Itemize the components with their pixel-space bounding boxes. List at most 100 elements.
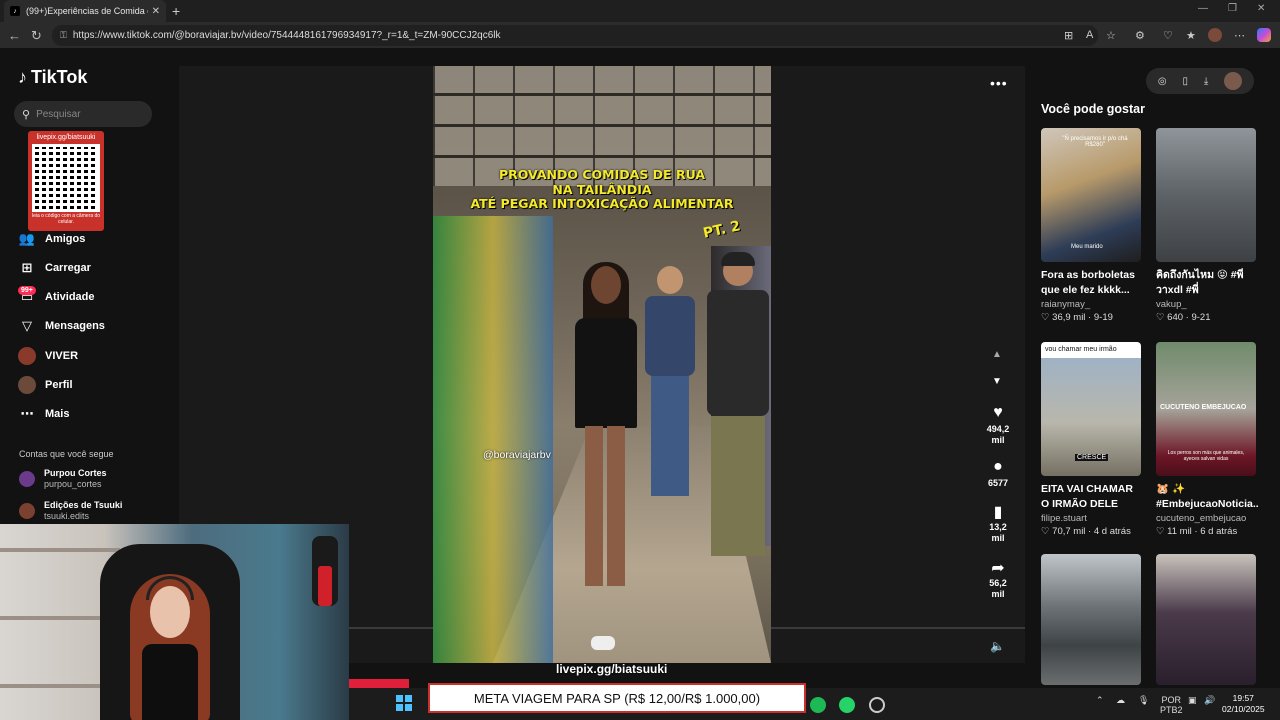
sidebar-item-label: Atividade	[45, 291, 95, 303]
like-button[interactable]: ♥ 494,2 mil	[982, 404, 1014, 446]
rec-card[interactable]: CUCUTENO EMBEJUCAO Los perros son más qu…	[1156, 342, 1258, 537]
volume-tray-icon[interactable]: 🔊	[1204, 695, 1215, 706]
rec-card[interactable]	[1156, 554, 1258, 685]
close-window-icon[interactable]: ✕	[1257, 3, 1265, 14]
copilot-icon[interactable]	[1257, 28, 1271, 42]
sidebar-item-carregar[interactable]: ⊞ Carregar	[18, 260, 91, 276]
rec-user: filipe.stuart	[1041, 513, 1087, 524]
more-options-icon[interactable]: •••	[990, 75, 1008, 91]
share-icon: ➦	[991, 560, 1005, 577]
site-info-icon[interactable]: ⚿	[60, 30, 67, 41]
friends-icon: 👥	[18, 231, 36, 246]
maximize-icon[interactable]: ❐	[1228, 3, 1237, 14]
next-video-icon[interactable]: ▼	[992, 376, 1002, 387]
close-tab-icon[interactable]: ✕	[152, 6, 160, 17]
rec-user: vakup_	[1156, 299, 1187, 310]
back-icon[interactable]: ←	[8, 28, 21, 43]
rec-likes: 640	[1167, 312, 1184, 323]
following-account[interactable]: Purpou Cortes purpou_cortes	[19, 468, 107, 490]
sidebar-item-mensagens[interactable]: ▽ Mensagens	[18, 318, 105, 334]
rec-meta: ♡ 11 mil · 6 d atrás	[1156, 526, 1238, 537]
search-icon: ⚲	[22, 108, 31, 121]
rec-card[interactable]: คิดถึงกันไหม 😝 #พี่วาxdl #พี่วาgoatlady.…	[1156, 128, 1258, 323]
sidebar-item-label: Carregar	[45, 262, 91, 274]
mic-icon[interactable]: 🎙	[1138, 695, 1149, 706]
messages-icon: ▽	[22, 318, 32, 333]
extensions-icon[interactable]: ⚙	[1135, 29, 1145, 42]
taskbar-clock[interactable]: 19:57 02/10/2025	[1222, 693, 1265, 715]
rec-meta: ♡ 70,7 mil · 4 d atrás	[1041, 526, 1131, 537]
logo-text: TikTok	[31, 67, 88, 87]
rec-card[interactable]: vou chamar meu irmão CRESCE EITA VAI CHA…	[1041, 342, 1143, 537]
user-avatar[interactable]	[1224, 72, 1243, 90]
sidebar-item-amigos[interactable]: 👥 Amigos	[18, 231, 85, 247]
recommendations-header: Você pode gostar	[1041, 102, 1145, 116]
sidebar-item-viver[interactable]: VIVER	[18, 347, 78, 365]
search-placeholder: Pesquisar	[36, 108, 81, 120]
save-button[interactable]: ▮ 13,2 mil	[982, 502, 1014, 544]
windows-start-icon[interactable]	[396, 695, 412, 711]
sidebar-item-atividade[interactable]: ▭ Atividade	[18, 289, 95, 305]
previous-video-icon[interactable]: ▲	[992, 349, 1002, 360]
sidebar-item-label: VIVER	[45, 350, 79, 362]
translate-icon[interactable]: A	[1086, 29, 1093, 41]
volume-icon[interactable]: 🔈	[990, 639, 1005, 653]
whatsapp-icon[interactable]	[839, 697, 855, 713]
sidebar-item-mais[interactable]: ⋯ Mais	[18, 406, 70, 422]
rec-thumbnail	[1156, 554, 1256, 685]
sidebar-item-perfil[interactable]: Perfil	[18, 376, 73, 394]
caption-line: PROVANDO COMIDAS DE RUA	[498, 167, 706, 182]
rec-likes: 11 mil	[1167, 526, 1192, 537]
download-icon[interactable]: ⤓	[1204, 76, 1208, 87]
sidebar-item-label: Perfil	[45, 379, 73, 391]
sidebar-item-label: Amigos	[45, 233, 86, 245]
url-bar[interactable]: ⚿ https://www.tiktok.com/@boraviajar.bv/…	[52, 25, 1098, 46]
video-person-man	[701, 252, 771, 556]
browser-essentials-icon[interactable]: ♡	[1163, 29, 1173, 42]
tiktok-logo[interactable]: ♪ TikTok	[18, 67, 87, 88]
avatar	[19, 471, 35, 487]
tab-title: (99+)Experiências de Comida de	[26, 6, 148, 16]
device-icon[interactable]: ▯	[1182, 76, 1188, 87]
spotify-icon[interactable]	[810, 697, 826, 713]
apps-icon[interactable]: ⊞	[1064, 29, 1073, 42]
menu-dots-icon[interactable]: ⋯	[1234, 29, 1245, 42]
search-input[interactable]: ⚲ Pesquisar	[14, 101, 152, 127]
rec-thumbnail: "Ñ precisamos ir p/o chá R$280" Meu mari…	[1041, 128, 1141, 262]
favorites-icon[interactable]: ★	[1186, 29, 1196, 42]
qr-code-image	[32, 144, 100, 212]
favorite-star-icon[interactable]: ☆	[1106, 29, 1116, 42]
tray-expand-icon[interactable]: ⌃	[1096, 695, 1104, 706]
rec-toolbar: ◎ ▯ ⤓	[1146, 68, 1254, 94]
rec-card[interactable]: "Ñ precisamos ir p/o chá R$280" Meu mari…	[1041, 128, 1143, 323]
rec-thumbnail: CUCUTENO EMBEJUCAO Los perros son más qu…	[1156, 342, 1256, 476]
obs-icon[interactable]	[869, 697, 885, 713]
thumb-caption: Meu marido	[1071, 244, 1103, 250]
account-handle: purpou_cortes	[44, 479, 102, 489]
language-indicator[interactable]: POR PTB2	[1160, 695, 1183, 715]
onedrive-icon[interactable]: ☁	[1116, 695, 1125, 706]
account-name: Edições de Tsuuki	[44, 500, 123, 510]
thumb-overlay-text: CRESCE	[1075, 454, 1109, 461]
video-frame[interactable]: PROVANDO COMIDAS DE RUA NA TAILÂNDIA ATÉ…	[433, 66, 771, 663]
profile-avatar-icon[interactable]	[1208, 28, 1222, 42]
avatar	[19, 503, 35, 519]
minimize-icon[interactable]: —	[1198, 3, 1208, 14]
rec-thumbnail	[1041, 554, 1141, 685]
rec-card[interactable]	[1041, 554, 1143, 685]
video-caption: PROVANDO COMIDAS DE RUA NA TAILÂNDIA ATÉ…	[433, 167, 771, 212]
following-account[interactable]: Edições de Tsuuki tsuuki.edits	[19, 500, 122, 522]
compass-icon[interactable]: ◎	[1158, 76, 1167, 87]
bookmark-icon: ▮	[993, 504, 1003, 521]
new-tab-icon[interactable]: +	[172, 3, 180, 19]
like-count: 494,2 mil	[986, 424, 1010, 445]
reload-icon[interactable]: ↻	[31, 28, 42, 44]
browser-tab[interactable]: ♪ (99+)Experiências de Comida de ✕	[4, 0, 166, 22]
rec-date: 9-21	[1191, 312, 1211, 323]
thumb-caption: CUCUTENO EMBEJUCAO	[1160, 404, 1247, 411]
lang-code: POR	[1161, 695, 1182, 705]
share-button[interactable]: ➦ 56,2 mil	[982, 558, 1014, 600]
network-icon[interactable]: ▣	[1188, 695, 1197, 706]
comment-button[interactable]: ● 6577	[982, 458, 1014, 489]
thumb-caption: vou chamar meu irmão	[1045, 346, 1117, 353]
